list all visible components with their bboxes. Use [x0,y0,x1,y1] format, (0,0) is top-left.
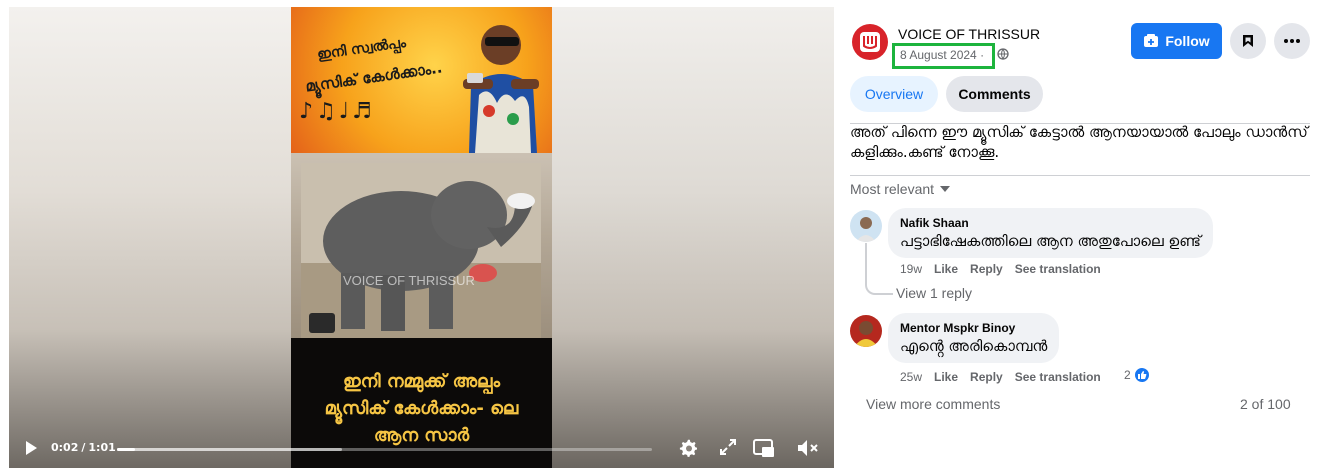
view-more-comments-link[interactable]: View more comments [866,396,1000,412]
avatar-image [850,210,882,242]
follow-plus-icon [1144,34,1159,47]
picture-in-picture-button[interactable] [753,438,775,458]
comment-bubble: Nafik Shaan പട്ടാഭിഷേകത്തിലെ ആന അതുപോലെ … [888,208,1213,258]
seek-bar[interactable] [117,448,652,451]
bookmark-icon [1243,35,1253,47]
date-separator: · [980,48,985,62]
avatar[interactable] [850,315,882,347]
video-blur-backdrop-right [552,7,834,468]
thumbs-up-icon [1132,366,1151,384]
elephant-illustration [301,163,541,338]
video-watermark: VOICE OF THRISSUR [343,273,475,288]
avatar-image [850,315,882,347]
post-side-panel: VOICE OF THRISSUR 8 August 2024 · Follow [840,0,1322,468]
avatar[interactable] [850,210,882,242]
comment-age[interactable]: 25w [900,370,922,384]
tab-comments[interactable]: Comments [946,76,1043,112]
follow-button[interactable]: Follow [1131,23,1222,59]
reply-link[interactable]: Reply [970,262,1003,276]
duration: 1:01 [88,441,116,454]
muted-speaker-icon [798,440,818,456]
fullscreen-button[interactable] [719,438,737,458]
play-button[interactable] [23,440,39,460]
globe-icon [997,48,1009,60]
comment-author[interactable]: Mentor Mspkr Binoy [900,320,1047,336]
page-name[interactable]: VOICE OF THRISSUR [898,26,1040,42]
current-time: 0:02 [51,441,79,454]
see-translation-link[interactable]: See translation [1015,262,1101,276]
video-frame[interactable]: ഇനി സ്വൽപ്പം മ്യൂസിക് കേൾക്കാം.. ♪♫♩♬ VO… [291,7,552,468]
video-blur-backdrop-left [9,7,291,468]
post-date[interactable]: 8 August 2024 · [892,43,995,69]
page-logo-icon [860,32,880,52]
post-viewer: ഇനി സ്വൽപ്പം മ്യൂസിക് കേൾക്കാം.. ♪♫♩♬ VO… [0,0,1322,468]
page-avatar[interactable] [852,24,888,60]
comment-actions: 25w Like Reply See translation [900,370,1101,384]
caption-line-1: ഇനി നമ്മുക്ക് അല്പം [343,371,500,392]
singer-illustration [463,25,539,153]
post-description: അത് പിന്നെ ഈ മ്യൂസിക് കേട്ടാൽ ആനയായാൽ പോ… [850,123,1308,161]
mute-button[interactable] [796,438,820,458]
comment-bubble: Mentor Mspkr Binoy എൻ്റെ അരികൊമ്പൻ [888,313,1060,363]
comment-age[interactable]: 19w [900,262,922,276]
play-icon [26,441,37,455]
title-card-line-2: മ്യൂസിക് കേൾക്കാം.. [304,58,444,96]
comment-sort-dropdown[interactable]: Most relevant [850,181,951,197]
reaction-count: 2 [1124,368,1131,382]
like-link[interactable]: Like [934,262,958,276]
comment-actions: 19w Like Reply See translation [900,262,1101,276]
more-options-button[interactable] [1274,23,1310,59]
comment-text: പട്ടാഭിഷേകത്തിലെ ആന അതുപോലെ ഉണ്ട് [900,232,1201,250]
comment-reactions[interactable]: 2 [1124,366,1151,384]
music-notes-graphic: ♪♫♩♬ [299,99,375,124]
view-replies-link[interactable]: View 1 reply [896,285,972,301]
save-button[interactable] [1230,23,1266,59]
title-card-line-1: ഇനി സ്വൽപ്പം [316,34,407,64]
reply-thread-line [865,243,893,295]
video-controls: 0:02/1:01 [9,428,834,468]
seek-progress [117,448,135,451]
comment-text: എൻ്റെ അരികൊമ്പൻ [900,337,1048,355]
see-translation-link[interactable]: See translation [1015,370,1101,384]
settings-button[interactable] [679,438,699,458]
comment-count: 2 of 100 [1240,396,1291,412]
seek-buffered [117,448,342,451]
picture-in-picture-icon [753,439,774,457]
video-title-card: ഇനി സ്വൽപ്പം മ്യൂസിക് കേൾക്കാം.. ♪♫♩♬ [291,7,552,153]
ellipsis-icon [1284,39,1300,43]
follow-label: Follow [1165,33,1210,49]
sort-label: Most relevant [850,181,935,197]
post-date-text: 8 August 2024 [900,48,977,62]
expand-icon [720,439,736,455]
video-player[interactable]: ഇനി സ്വൽപ്പം മ്യൂസിക് കേൾക്കാം.. ♪♫♩♬ VO… [9,7,834,468]
comment-author[interactable]: Nafik Shaan [900,215,1201,231]
caption-line-2: മ്യൂസിക് കേൾക്കാം- ലെ [324,398,519,419]
caret-down-icon [940,186,951,192]
gear-icon [679,439,697,457]
divider [850,175,1310,176]
video-scene: VOICE OF THRISSUR [291,153,552,338]
tab-overview[interactable]: Overview [850,76,938,112]
time-readout: 0:02/1:01 [51,441,116,454]
reply-link[interactable]: Reply [970,370,1003,384]
like-link[interactable]: Like [934,370,958,384]
